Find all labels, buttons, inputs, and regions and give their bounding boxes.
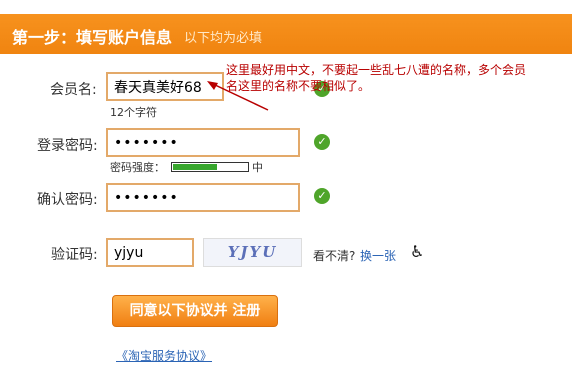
annotation-arrow	[207, 81, 269, 111]
